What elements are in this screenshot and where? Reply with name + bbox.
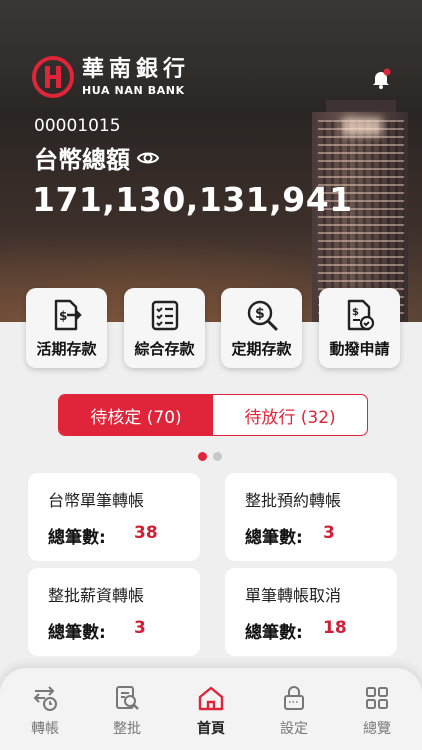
hua-nan-logo-icon (32, 56, 74, 98)
page-dot-active[interactable] (198, 452, 207, 461)
shortcut-label: 定期存款 (231, 340, 292, 358)
page-indicator (195, 452, 225, 461)
home-icon (198, 686, 224, 711)
shortcut-drawdown-application[interactable]: $ 動撥申請 (319, 288, 400, 368)
card-count-label: 總筆數: (245, 623, 303, 643)
document-check-icon: $ (347, 299, 374, 331)
nav-item-overview[interactable]: 總覽 (347, 684, 407, 738)
nav-item-settings[interactable]: 設定 (264, 684, 324, 738)
card-count-value: 3 (323, 523, 335, 543)
card-single-transfer-cancel[interactable]: 單筆轉帳取消 總筆數: 18 (225, 568, 397, 656)
batch-search-icon (116, 686, 139, 710)
shortcut-label: 動撥申請 (329, 340, 390, 358)
nav-label: 首頁 (197, 721, 225, 737)
eye-icon[interactable] (136, 146, 160, 170)
nav-label: 總覽 (363, 721, 391, 737)
card-count-label: 總筆數: (48, 623, 106, 643)
page-dot[interactable] (213, 452, 222, 461)
grid-icon (366, 687, 388, 709)
nav-label: 設定 (280, 721, 308, 737)
total-balance-label-row: 台幣總額 (34, 140, 160, 175)
card-twd-single-transfer[interactable]: 台幣單筆轉帳 總筆數: 38 (28, 473, 200, 561)
building-light (342, 118, 382, 136)
shortcut-label: 綜合存款 (134, 340, 195, 358)
card-count-value: 3 (134, 618, 146, 638)
card-title: 台幣單筆轉帳 (48, 491, 145, 510)
svg-text:$: $ (352, 307, 359, 318)
total-balance-label: 台幣總額 (34, 146, 130, 174)
shortcut-combined-deposit[interactable]: 綜合存款 (124, 288, 205, 368)
nav-label: 轉帳 (31, 721, 59, 737)
lock-icon (284, 686, 304, 710)
tab-pending-release[interactable]: 待放行 (32) (213, 395, 367, 435)
notification-bell-icon[interactable] (370, 68, 392, 90)
bank-logo: 華南銀行 HUA NAN BANK (32, 56, 190, 98)
bank-name-cn: 華南銀行 (82, 56, 191, 82)
bottom-nav: 轉帳 整批 首頁 設定 總覽 (0, 668, 422, 750)
bank-name-en: HUA NAN BANK (82, 83, 185, 97)
svg-text:$: $ (255, 306, 265, 322)
card-title: 整批薪資轉帳 (48, 586, 145, 605)
document-transfer-icon: $ (54, 299, 82, 331)
card-batch-scheduled-transfer[interactable]: 整批預約轉帳 總筆數: 3 (225, 473, 397, 561)
shortcut-row: $ 活期存款 綜合存款 $ 定期存款 $ 動撥申請 (26, 288, 400, 368)
shortcut-demand-deposit[interactable]: $ 活期存款 (26, 288, 107, 368)
tab-pending-approval[interactable]: 待核定 (70) (59, 395, 213, 435)
card-batch-payroll-transfer[interactable]: 整批薪資轉帳 總筆數: 3 (28, 568, 200, 656)
total-balance-value: 171,130,131,941 (32, 180, 353, 219)
card-title: 單筆轉帳取消 (245, 586, 342, 605)
card-count-label: 總筆數: (245, 528, 303, 548)
card-title: 整批預約轉帳 (245, 491, 342, 510)
dollar-search-icon: $ (247, 300, 277, 331)
checklist-icon (151, 300, 178, 331)
nav-item-transfer[interactable]: 轉帳 (15, 684, 75, 738)
shortcut-label: 活期存款 (36, 340, 97, 358)
transfer-icon (33, 686, 57, 711)
account-number: 00001015 (34, 116, 121, 136)
card-count-value: 18 (323, 618, 347, 638)
approval-tabs: 待核定 (70) 待放行 (32) (58, 394, 368, 436)
svg-text:$: $ (59, 309, 67, 323)
shortcut-time-deposit[interactable]: $ 定期存款 (221, 288, 302, 368)
card-count-label: 總筆數: (48, 528, 106, 548)
card-count-value: 38 (134, 523, 158, 543)
nav-label: 整批 (113, 721, 141, 737)
nav-item-batch[interactable]: 整批 (97, 684, 157, 738)
nav-item-home[interactable]: 首頁 (181, 684, 241, 738)
